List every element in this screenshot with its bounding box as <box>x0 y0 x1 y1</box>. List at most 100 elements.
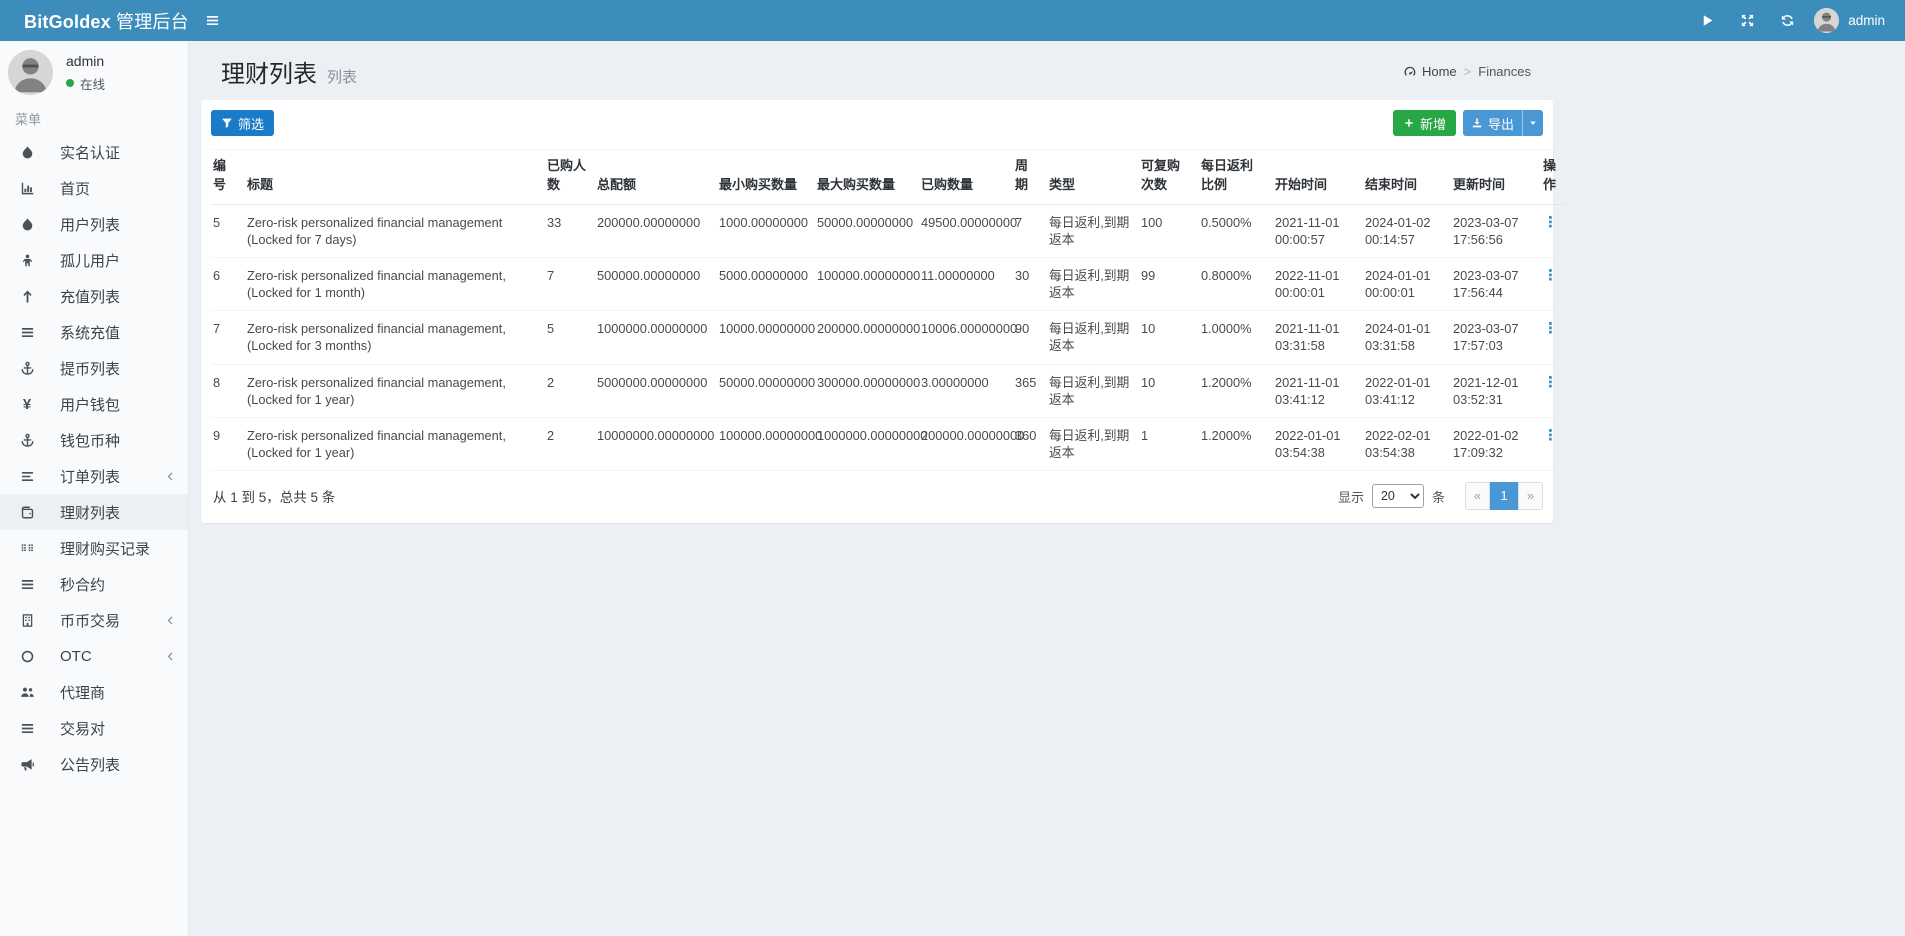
chevron-left-icon <box>165 651 176 662</box>
cell-min: 10000.00000000 <box>717 311 815 364</box>
refresh-icon <box>1780 13 1795 28</box>
sidebar-item[interactable]: 实名认证 <box>0 134 188 170</box>
cell-title: Zero-risk personalized financial managem… <box>245 417 545 470</box>
navbar-right: admin <box>1690 0 1905 41</box>
caret-down-icon <box>1528 118 1538 128</box>
users-icon <box>19 685 35 700</box>
sidebar-item-label: 用户钱包 <box>60 394 176 415</box>
sidebar-item[interactable]: 公告列表 <box>0 746 188 782</box>
next-page-button[interactable]: » <box>1518 482 1543 510</box>
brand-name: BitGoldex <box>24 12 111 32</box>
export-split-button: 导出 <box>1463 110 1543 136</box>
cell-actions: ⋮ <box>1541 257 1567 310</box>
user-menu[interactable]: admin <box>1810 8 1889 33</box>
cell-type: 每日返利,到期返本 <box>1047 204 1139 257</box>
anchor-icon <box>19 433 35 448</box>
cell-period: 90 <box>1013 311 1047 364</box>
play-button[interactable] <box>1690 0 1724 41</box>
sidebar-item[interactable]: 订单列表 <box>0 458 188 494</box>
breadcrumb-home[interactable]: Home <box>1403 64 1457 79</box>
bars-icon <box>19 577 35 592</box>
refresh-button[interactable] <box>1770 0 1804 41</box>
cell-bought: 3.00000000 <box>919 364 1013 417</box>
sidebar-item[interactable]: 秒合约 <box>0 566 188 602</box>
cell-max: 100000.00000000 <box>815 257 919 310</box>
cell-end: 2022-02-01 03:54:38 <box>1363 417 1451 470</box>
cell-min: 1000.00000000 <box>717 204 815 257</box>
column-header: 总配额 <box>595 150 717 205</box>
cell-max: 50000.00000000 <box>815 204 919 257</box>
drupal-icon <box>19 217 35 232</box>
sidebar-item[interactable]: OTC <box>0 638 188 674</box>
show-label: 显示 <box>1338 487 1364 506</box>
sidebar-toggle-button[interactable] <box>189 0 235 41</box>
sidebar-item[interactable]: 币币交易 <box>0 602 188 638</box>
sidebar-item[interactable]: 首页 <box>0 170 188 206</box>
cell-start: 2022-11-01 00:00:01 <box>1273 257 1363 310</box>
cell-max: 1000000.00000000 <box>815 417 919 470</box>
sidebar-item-label: 币币交易 <box>60 610 165 631</box>
cell-quota: 1000000.00000000 <box>595 311 717 364</box>
breadcrumb-home-label: Home <box>1422 64 1457 79</box>
cell-bought: 49500.00000000 <box>919 204 1013 257</box>
sidebar-item[interactable]: 系统充值 <box>0 314 188 350</box>
breadcrumb-current: Finances <box>1478 64 1531 79</box>
sidebar-item[interactable]: 交易对 <box>0 710 188 746</box>
brand[interactable]: BitGoldex 管理后台 <box>0 8 189 34</box>
child-icon <box>19 253 35 268</box>
add-button-label: 新增 <box>1420 114 1446 133</box>
current-page-button[interactable]: 1 <box>1490 482 1518 510</box>
sidebar-item[interactable]: 用户列表 <box>0 206 188 242</box>
sidebar-item-label: OTC <box>60 648 165 665</box>
cell-type: 每日返利,到期返本 <box>1047 417 1139 470</box>
sidebar-item[interactable]: 孤儿用户 <box>0 242 188 278</box>
finance-table: 编号标题已购人数总配额最小购买数量最大购买数量已购数量周期类型可复购次数每日返利… <box>211 149 1567 471</box>
row-actions-button[interactable]: ⋮ <box>1543 428 1558 445</box>
export-button-label: 导出 <box>1488 114 1514 133</box>
username: admin <box>1848 13 1885 28</box>
pagination-summary: 从 1 到 5，总共 5 条 <box>211 486 335 506</box>
sidebar-item-label: 充值列表 <box>60 286 176 307</box>
sidebar-item[interactable]: 充值列表 <box>0 278 188 314</box>
cell-buyers: 5 <box>545 311 595 364</box>
row-actions-button[interactable]: ⋮ <box>1543 375 1558 392</box>
page-title-text: 理财列表 <box>221 54 317 89</box>
cell-rebuy: 1 <box>1139 417 1199 470</box>
prev-page-button[interactable]: « <box>1465 482 1490 510</box>
table-footer: 从 1 到 5，总共 5 条 显示 20 条 « 1 » <box>211 471 1543 510</box>
avatar <box>8 50 53 95</box>
sidebar-item[interactable]: ¥用户钱包 <box>0 386 188 422</box>
filter-button[interactable]: 筛选 <box>211 110 274 136</box>
braille-icon <box>19 541 35 556</box>
pager: « 1 » <box>1465 482 1543 510</box>
column-header: 编号 <box>211 150 245 205</box>
sidebar-item[interactable]: 代理商 <box>0 674 188 710</box>
online-status: 在线 <box>66 74 105 93</box>
cell-buyers: 2 <box>545 417 595 470</box>
sidebar-item[interactable]: 理财购买记录 <box>0 530 188 566</box>
cell-rate: 0.5000% <box>1199 204 1273 257</box>
chevron-left-icon <box>165 471 176 482</box>
sidebar-item[interactable]: 理财列表 <box>0 494 188 530</box>
cell-type: 每日返利,到期返本 <box>1047 311 1139 364</box>
row-actions-button[interactable]: ⋮ <box>1543 321 1558 338</box>
row-actions-button[interactable]: ⋮ <box>1543 215 1558 232</box>
page-subtitle: 列表 <box>327 66 357 87</box>
content-area: 理财列表 列表 Home > Finances 筛选 新增 <box>189 41 1553 523</box>
export-button[interactable]: 导出 <box>1463 110 1522 136</box>
table-row: 7Zero-risk personalized financial manage… <box>211 311 1567 364</box>
fullscreen-button[interactable] <box>1730 0 1764 41</box>
menu-section-label: 菜单 <box>0 99 188 134</box>
sidebar-item[interactable]: 钱包币种 <box>0 422 188 458</box>
add-button[interactable]: 新增 <box>1393 110 1456 136</box>
sidebar-item[interactable]: 提币列表 <box>0 350 188 386</box>
cell-start: 2021-11-01 03:41:12 <box>1273 364 1363 417</box>
cell-start: 2021-11-01 00:00:57 <box>1273 204 1363 257</box>
page-size-select[interactable]: 20 <box>1372 484 1424 508</box>
cell-actions: ⋮ <box>1541 417 1567 470</box>
cell-min: 100000.00000000 <box>717 417 815 470</box>
cell-quota: 5000000.00000000 <box>595 364 717 417</box>
row-actions-button[interactable]: ⋮ <box>1543 268 1558 285</box>
cell-rate: 1.0000% <box>1199 311 1273 364</box>
export-dropdown-button[interactable] <box>1522 110 1543 136</box>
